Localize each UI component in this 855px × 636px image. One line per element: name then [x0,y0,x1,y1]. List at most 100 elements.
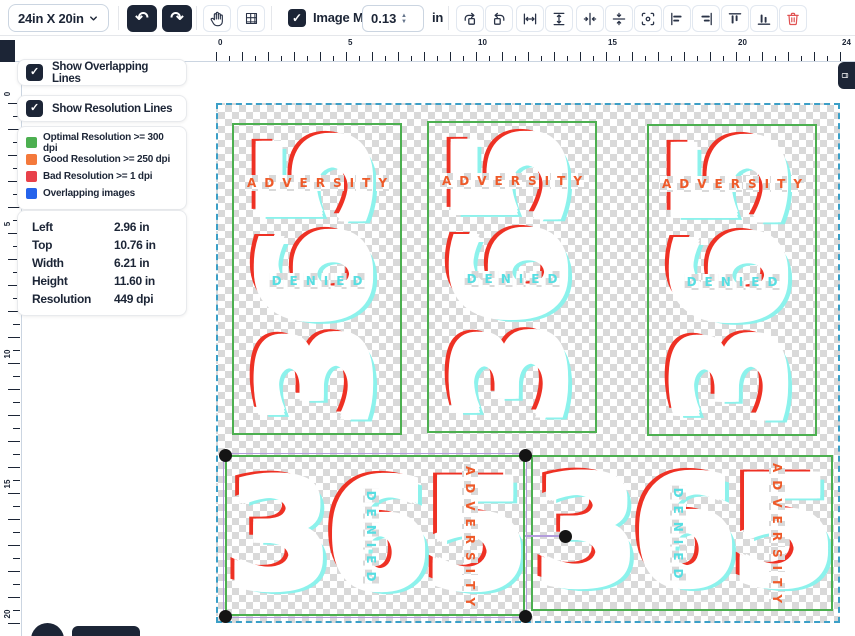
stepper-down-icon[interactable]: ▼ [401,19,407,25]
info-value: 6.21 in [114,256,186,270]
ruler-tick [229,56,230,61]
check-icon: ✓ [292,12,302,24]
panel-icon [841,69,849,82]
rotate-left-button[interactable] [456,5,484,32]
ruler-tick [8,545,20,546]
rotate-right-button[interactable] [485,5,513,32]
selection-handle-se[interactable] [519,610,532,623]
check-icon: ✓ [30,103,39,114]
ruler-tick [684,52,685,61]
legend-item-optimal: Optimal Resolution >= 300 dpi [26,134,178,151]
match-height-button[interactable] [545,5,573,32]
ruler-tick [762,52,763,61]
ruler-tick [515,56,516,61]
ruler-label: 15 [3,476,13,492]
ruler-tick [13,506,20,507]
ruler-tick [13,324,20,325]
ruler-tick [13,454,20,455]
ruler-tick [671,56,672,61]
ruler-tick [8,363,20,364]
canvas-image[interactable]: 365ADVERSITYDENIED [427,121,597,433]
ruler-label: 20 [3,606,13,622]
ruler-tick [476,52,477,61]
info-row-width: Width6.21 in [18,254,186,272]
pan-button[interactable] [203,5,231,32]
ruler-label: 5 [348,38,352,47]
ruler-tick [814,52,815,61]
selection-info-card: Left2.96 in Top10.76 in Width6.21 in Hei… [17,210,187,316]
ruler-tick [281,56,282,61]
legend-label: Overlapping images [43,188,135,199]
design-text: DENIED [683,273,782,291]
design-text: ADVERSITY [243,174,391,192]
image-margin-checkbox[interactable]: ✓ [288,9,306,27]
legend-label: Optimal Resolution >= 300 dpi [43,132,178,154]
selection-handle-nw[interactable] [219,449,232,462]
match-width-icon [522,11,538,27]
ruler-label: 24 [842,38,851,47]
legend-label: Bad Resolution >= 1 dpi [43,171,152,182]
ruler-tick [13,532,20,533]
ruler-tick [333,56,334,61]
ruler-tick [437,56,438,61]
canvas-image[interactable]: 365ADVERSITYDENIED [531,455,833,611]
ruler-tick [8,337,20,338]
align-top-icon [727,11,743,27]
overlapping-lines-label: Show Overlapping Lines [52,61,178,85]
grid-toggle-button[interactable] [237,5,265,32]
undo-button[interactable]: ↶ [127,5,157,32]
center-horizontal-icon [582,11,598,27]
info-label: Resolution [32,292,114,306]
canvas-image[interactable]: 365ADVERSITYDENIED [232,123,402,435]
ruler-tick [463,56,464,61]
check-icon: ✓ [30,67,39,78]
image-margin-value[interactable] [363,11,399,26]
selection-box[interactable] [223,453,527,618]
ruler-tick [8,571,20,572]
align-bottom-button[interactable] [750,5,778,32]
selection-handle-ne[interactable] [519,449,532,462]
ruler-tick [13,428,20,429]
overlapping-lines-checkbox[interactable]: ✓ [26,64,43,81]
canvas-image[interactable]: 365ADVERSITYDENIED [647,124,817,436]
ruler-label: 0 [218,38,222,47]
ruler-tick [541,56,542,61]
sheet-size-select[interactable]: 24in X 20in [8,4,109,32]
undo-icon: ↶ [135,11,148,27]
resolution-lines-checkbox[interactable]: ✓ [26,100,43,117]
center-vertical-button[interactable] [605,5,633,32]
fit-view-button[interactable] [634,5,662,32]
ruler-tick [775,56,776,61]
rotation-handle[interactable] [559,530,572,543]
align-right-button[interactable] [692,5,720,32]
delete-button[interactable] [779,5,807,32]
image-margin-input[interactable]: ▲ ▼ [362,5,424,32]
bad-color-swatch [26,171,37,182]
ruler-tick [13,376,20,377]
match-width-button[interactable] [516,5,544,32]
bottom-action-button[interactable] [72,626,140,636]
ruler-tick [528,52,529,61]
ruler-tick [372,52,373,61]
stepper: ▲ ▼ [401,13,407,25]
ruler-tick [13,402,20,403]
overlap-color-swatch [26,188,37,199]
center-vertical-icon [611,11,627,27]
center-horizontal-button[interactable] [576,5,604,32]
info-row-height: Height11.60 in [18,272,186,290]
align-left-button[interactable] [663,5,691,32]
redo-button[interactable]: ↷ [162,5,192,32]
ruler-label: 10 [3,346,13,362]
ruler-tick [8,597,20,598]
ruler-tick [8,623,20,624]
align-top-button[interactable] [721,5,749,32]
ruler-tick [8,519,20,520]
sheet-size-label: 24in X 20in [18,11,84,26]
ruler-tick [307,56,308,61]
panel-toggle-button[interactable] [838,62,855,89]
margin-unit-label: in [432,10,443,25]
ruler-tick [398,52,399,61]
selection-handle-sw[interactable] [219,610,232,623]
align-left-icon [669,11,685,27]
optimal-color-swatch [26,137,37,148]
